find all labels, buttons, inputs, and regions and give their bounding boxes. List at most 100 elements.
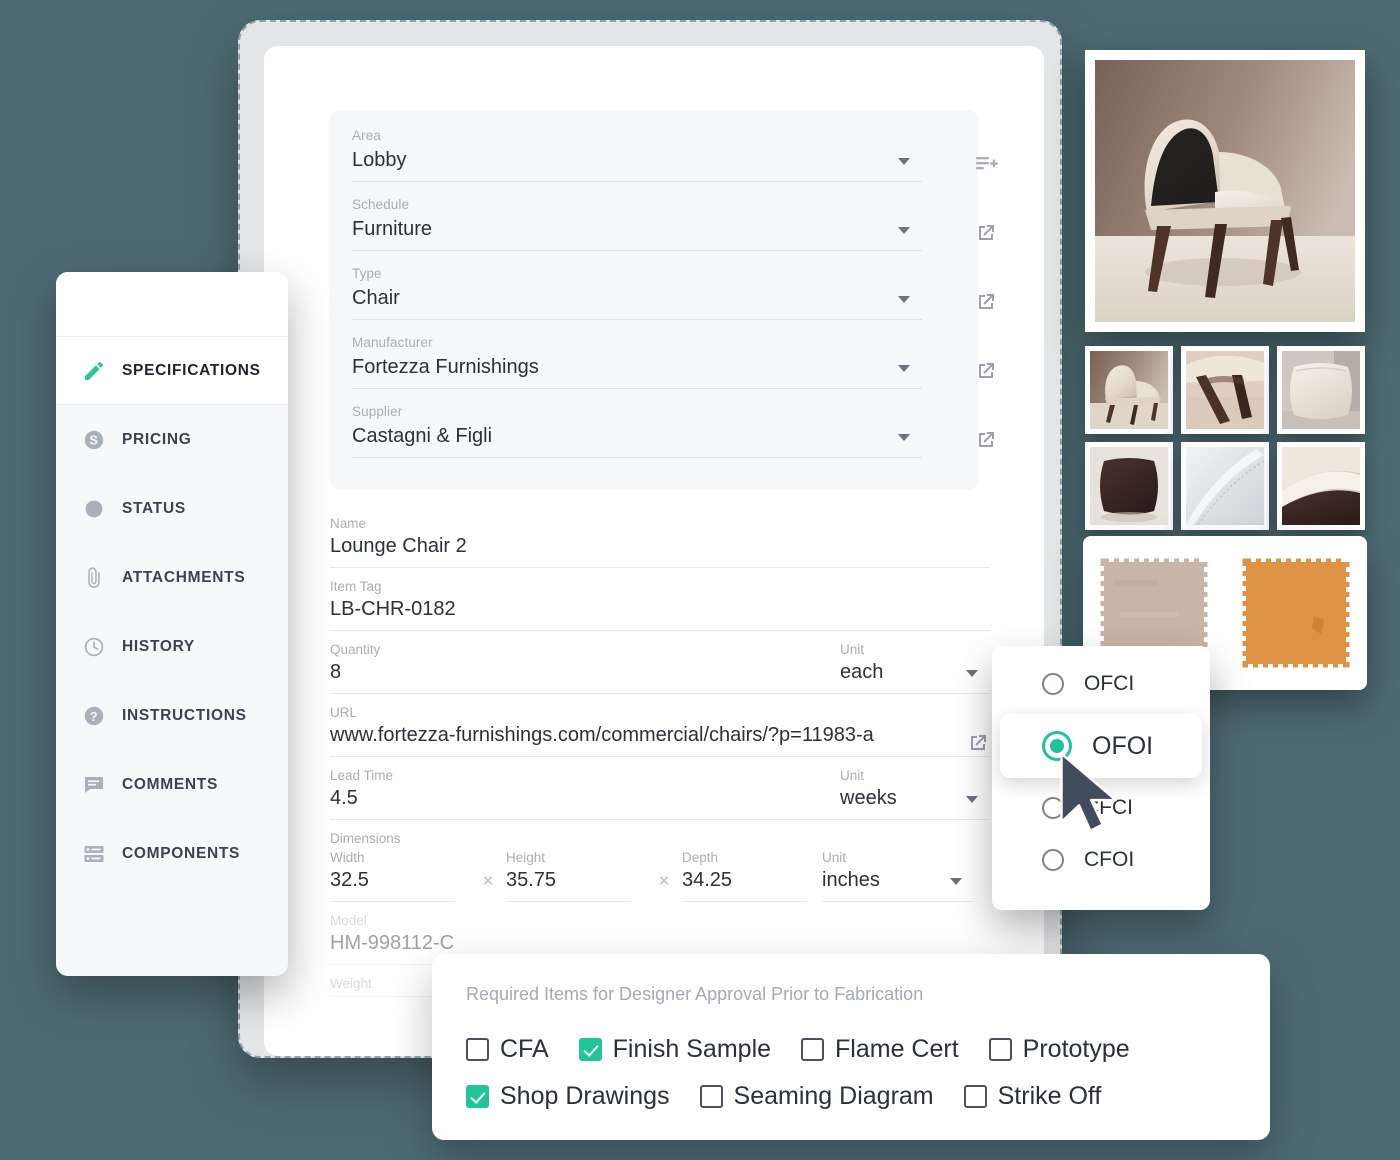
- field-item-tag-value[interactable]: LB-CHR-0182: [330, 594, 990, 631]
- field-area[interactable]: Area Lobby: [352, 128, 956, 197]
- chair-legs-detail-thumb[interactable]: [1181, 346, 1269, 434]
- field-quantity-unit[interactable]: Unit each: [840, 642, 990, 694]
- sidebar-item-status[interactable]: STATUS: [56, 474, 288, 543]
- field-quantity-value[interactable]: 8: [330, 657, 840, 694]
- checkbox-checked-icon[interactable]: [466, 1085, 489, 1108]
- chevron-down-icon[interactable]: [898, 365, 910, 372]
- field-type[interactable]: Type Chair: [352, 266, 956, 335]
- chevron-down-icon[interactable]: [950, 878, 962, 885]
- field-schedule[interactable]: Schedule Furniture: [352, 197, 956, 266]
- chevron-down-icon[interactable]: [898, 296, 910, 303]
- field-depth[interactable]: Depth 34.25: [682, 850, 822, 902]
- field-area-value[interactable]: Lobby: [352, 145, 922, 182]
- field-depth-value[interactable]: 34.25: [682, 865, 807, 902]
- field-quantity-row: Quantity 8 Unit each: [330, 642, 990, 694]
- checkbox-label: CFA: [500, 1035, 549, 1063]
- external-link-icon[interactable]: [974, 428, 998, 452]
- field-dimension-unit-value[interactable]: inches: [822, 865, 974, 902]
- sidebar-item-history[interactable]: HISTORY: [56, 612, 288, 681]
- field-lead-time-unit-label: Unit: [840, 768, 865, 783]
- radio-option-cfoi[interactable]: CFOI: [992, 834, 1210, 886]
- checkbox-flame-cert[interactable]: Flame Cert: [801, 1035, 959, 1064]
- checkbox-prototype[interactable]: Prototype: [988, 1035, 1130, 1064]
- approval-panel-title: Required Items for Designer Approval Pri…: [466, 984, 924, 1004]
- sidebar-item-pricing[interactable]: PRICING: [56, 405, 288, 474]
- dimension-separator-icon: ×: [482, 871, 494, 892]
- field-item-tag[interactable]: Item Tag LB-CHR-0182: [330, 579, 990, 631]
- field-name-value[interactable]: Lounge Chair 2: [330, 531, 990, 568]
- checkbox-checked-icon[interactable]: [578, 1038, 602, 1061]
- sidebar-item-attachments[interactable]: ATTACHMENTS: [56, 543, 288, 612]
- external-link-icon[interactable]: [966, 731, 990, 755]
- chair-arm-detail-thumb[interactable]: [1277, 442, 1365, 530]
- chevron-down-icon[interactable]: [898, 227, 910, 234]
- checkbox-icon[interactable]: [466, 1038, 489, 1061]
- field-lead-time-unit-value[interactable]: weeks: [840, 783, 990, 820]
- field-schedule-label: Schedule: [352, 197, 410, 212]
- field-type-value[interactable]: Chair: [352, 283, 922, 320]
- field-schedule-value[interactable]: Furniture: [352, 214, 922, 251]
- sidebar-item-instructions[interactable]: INSTRUCTIONS: [56, 681, 288, 750]
- circle-icon: [82, 497, 106, 521]
- thumbnail-grid: [1085, 346, 1365, 530]
- white-cushion-thumb[interactable]: [1277, 346, 1365, 434]
- checkbox-finish-sample[interactable]: Finish Sample: [578, 1035, 771, 1064]
- sidebar-item-label: HISTORY: [122, 637, 195, 655]
- chevron-down-icon[interactable]: [966, 796, 978, 803]
- field-lead-time-value[interactable]: 4.5: [330, 783, 840, 820]
- checkbox-icon[interactable]: [988, 1038, 1012, 1061]
- field-manufacturer[interactable]: Manufacturer Fortezza Furnishings: [352, 335, 956, 404]
- checkbox-seaming-diagram[interactable]: Seaming Diagram: [699, 1082, 934, 1111]
- radio-button-icon[interactable]: [1042, 849, 1064, 871]
- field-quantity-unit-value[interactable]: each: [840, 657, 990, 694]
- dimensions-heading: Dimensions: [330, 831, 401, 846]
- field-model-label: Model: [330, 913, 367, 928]
- dark-brown-cushion-thumb[interactable]: [1085, 442, 1173, 530]
- field-url[interactable]: URL www.fortezza-furnishings.com/commerc…: [330, 705, 990, 757]
- field-width[interactable]: Width 32.5: [330, 850, 470, 902]
- chevron-down-icon[interactable]: [966, 670, 978, 677]
- checkbox-icon[interactable]: [963, 1085, 987, 1108]
- field-height-value[interactable]: 35.75: [506, 865, 631, 902]
- radio-option-label: CFOI: [1084, 848, 1135, 871]
- field-height[interactable]: Height 35.75: [506, 850, 646, 902]
- checkbox-icon[interactable]: [801, 1038, 825, 1061]
- field-manufacturer-value[interactable]: Fortezza Furnishings: [352, 352, 922, 389]
- components-icon: [82, 842, 106, 866]
- sidebar-header: [56, 272, 288, 336]
- field-dimension-unit[interactable]: Unit inches: [822, 850, 987, 902]
- chair-full-view-thumb[interactable]: [1085, 346, 1173, 434]
- white-fabric-seam-thumb[interactable]: [1181, 442, 1269, 530]
- external-link-icon[interactable]: [974, 290, 998, 314]
- playlist-add-icon[interactable]: [974, 152, 998, 176]
- field-name[interactable]: Name Lounge Chair 2: [330, 516, 990, 568]
- field-supplier-value[interactable]: Castagni & Figli: [352, 421, 922, 458]
- field-quantity[interactable]: Quantity 8: [330, 642, 840, 694]
- field-item-tag-label: Item Tag: [330, 579, 382, 594]
- radio-option-ofci[interactable]: OFCI: [992, 658, 1210, 710]
- checkbox-shop-drawings[interactable]: Shop Drawings: [466, 1082, 670, 1111]
- classification-field-group: Area Lobby Schedule Furniture Type Chair…: [330, 110, 978, 490]
- field-lead-time-unit[interactable]: Unit weeks: [840, 768, 990, 820]
- chevron-down-icon[interactable]: [898, 434, 910, 441]
- checkbox-strike-off[interactable]: Strike Off: [963, 1082, 1101, 1111]
- hero-photo-card[interactable]: [1085, 50, 1365, 332]
- external-link-icon[interactable]: [974, 359, 998, 383]
- chevron-down-icon[interactable]: [898, 158, 910, 165]
- orange-fabric-swatch[interactable]: [1242, 558, 1350, 668]
- sidebar-item-comments[interactable]: COMMENTS: [56, 750, 288, 819]
- external-link-icon[interactable]: [974, 221, 998, 245]
- sidebar-item-components[interactable]: COMPONENTS: [56, 819, 288, 888]
- field-lead-time-row: Lead Time 4.5 Unit weeks: [330, 768, 990, 820]
- field-lead-time[interactable]: Lead Time 4.5: [330, 768, 840, 820]
- checkbox-label: Shop Drawings: [500, 1082, 670, 1110]
- field-width-value[interactable]: 32.5: [330, 865, 455, 902]
- radio-button-icon[interactable]: [1042, 673, 1064, 695]
- checkbox-icon[interactable]: [699, 1085, 723, 1108]
- comment-icon: [82, 773, 106, 797]
- field-url-value[interactable]: www.fortezza-furnishings.com/commercial/…: [330, 720, 990, 757]
- navigation-sidebar: SPECIFICATIONS PRICING STATUS ATTACHMENT…: [56, 272, 288, 976]
- sidebar-item-specifications[interactable]: SPECIFICATIONS: [56, 336, 288, 405]
- checkbox-cfa[interactable]: CFA: [466, 1035, 549, 1064]
- field-supplier[interactable]: Supplier Castagni & Figli: [352, 404, 956, 473]
